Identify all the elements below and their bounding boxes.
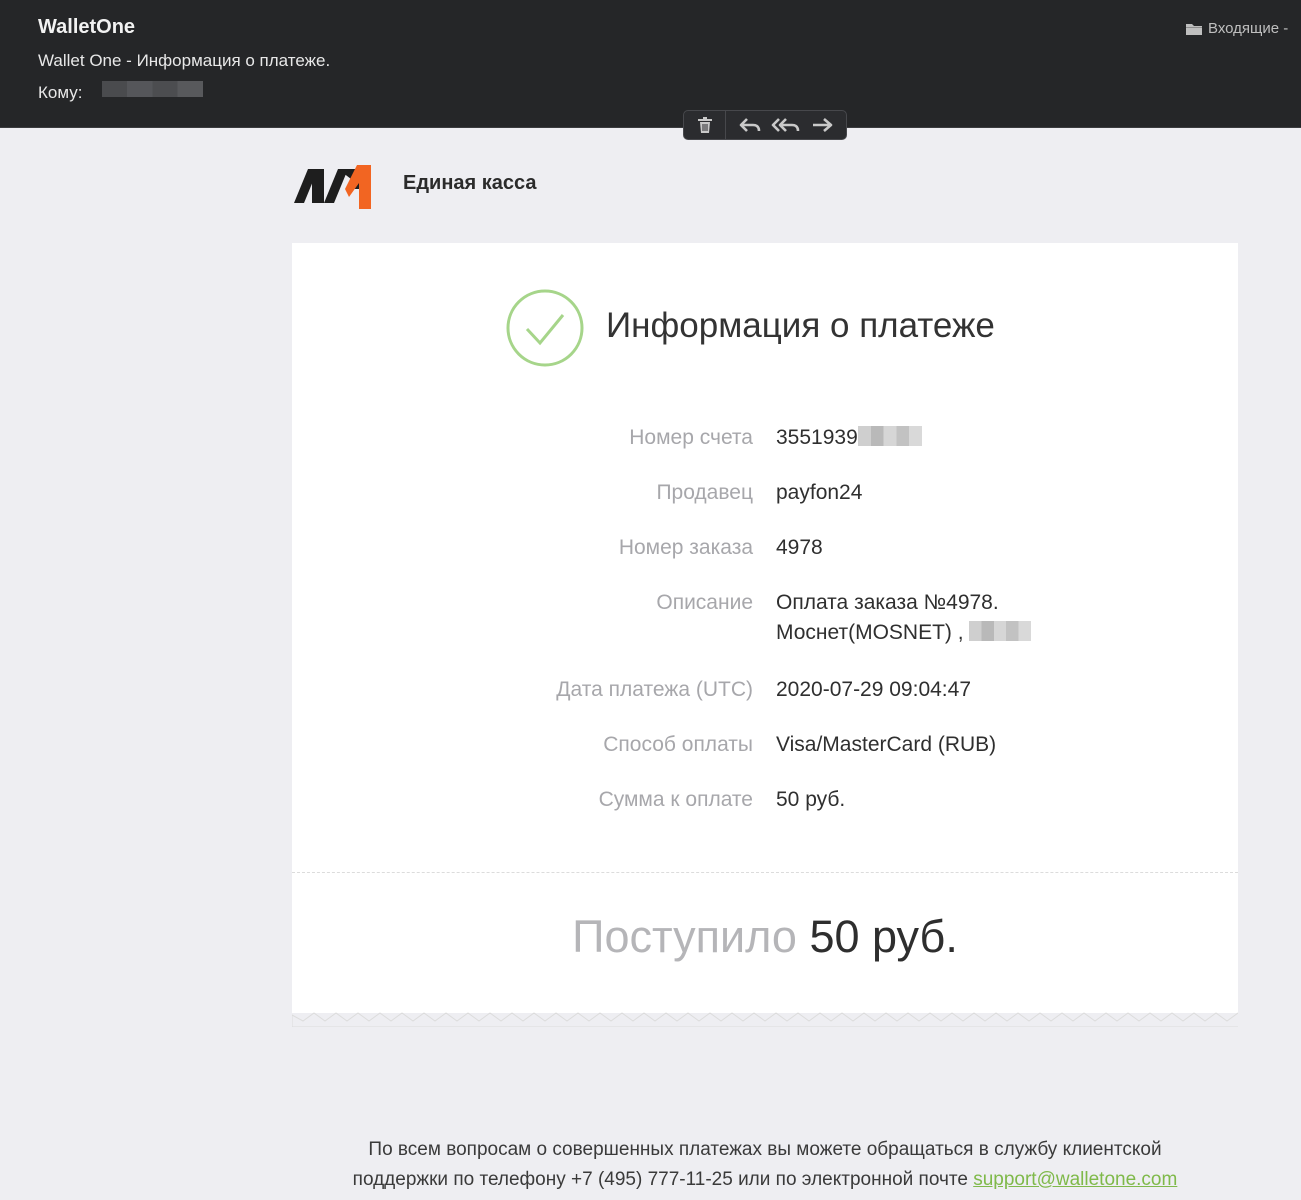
reply-all-icon <box>771 118 800 132</box>
reply-button[interactable] <box>732 117 768 133</box>
info-value: 4978 <box>776 536 823 559</box>
received-label: Поступило <box>572 911 797 962</box>
forward-button[interactable] <box>804 117 840 133</box>
info-value: 50 руб. <box>776 788 846 811</box>
reply-all-button[interactable] <box>768 117 804 133</box>
description-line-1: Оплата заказа №4978. <box>776 591 999 614</box>
recipient-label: Кому: <box>38 83 83 102</box>
info-label: Сумма к оплате <box>598 788 753 811</box>
footer-support-text: По всем вопросам о совершенных платежах … <box>300 1135 1230 1195</box>
info-label: Дата платежа (UTC) <box>556 678 753 701</box>
payment-title: Информация о платеже <box>606 306 995 345</box>
info-value: Visa/MasterCard (RUB) <box>776 733 997 756</box>
info-value: 3551939 <box>776 423 922 453</box>
dashed-divider <box>292 872 1238 873</box>
info-label: Описание <box>656 591 753 614</box>
info-label: Продавец <box>656 481 753 504</box>
received-amount: 50 руб. <box>809 911 958 962</box>
redacted-block <box>969 621 1032 641</box>
info-label: Номер заказа <box>618 536 753 559</box>
forward-icon <box>813 118 833 132</box>
folder-selector[interactable]: Входящие - <box>1185 20 1288 37</box>
recipient-row: Кому: <box>38 83 82 103</box>
folder-label: Входящие - <box>1208 20 1289 37</box>
sender-name: WalletOne <box>38 16 136 38</box>
brand-name: Единая касса <box>403 172 537 194</box>
info-value: Оплата заказа №4978. Моснет(MOSNET) , <box>776 588 1032 648</box>
brand-logo <box>294 165 371 209</box>
info-label: Номер счета <box>629 426 753 449</box>
check-circle-icon <box>506 289 584 367</box>
description-line-2: Моснет(MOSNET) , <box>776 618 1032 648</box>
mail-header: WalletOne Wallet One - Информация о плат… <box>0 0 1301 128</box>
support-email-link[interactable]: support@walletone.com <box>973 1169 1177 1190</box>
received-total: Поступило 50 руб. <box>292 911 1238 963</box>
mail-subject: Wallet One - Информация о платеже. <box>38 51 331 70</box>
redacted-block <box>857 426 922 446</box>
receipt-torn-edge <box>292 1012 1238 1027</box>
reply-icon <box>739 118 761 132</box>
info-label: Способ оплаты <box>603 733 753 756</box>
payment-card: Информация о платеже Номер счета 3551939… <box>292 243 1238 1013</box>
delete-button[interactable] <box>684 111 726 139</box>
message-toolbar <box>683 110 847 140</box>
info-value: payfon24 <box>776 481 863 504</box>
footer-line-2: поддержки по телефону +7 (495) 777-11-25… <box>352 1169 1178 1190</box>
recipient-redacted <box>102 81 203 97</box>
footer-line-1: По всем вопросам о совершенных платежах … <box>368 1139 1162 1160</box>
info-value: 2020-07-29 09:04:47 <box>776 678 971 701</box>
trash-icon <box>697 117 712 133</box>
folder-icon <box>1185 22 1203 35</box>
